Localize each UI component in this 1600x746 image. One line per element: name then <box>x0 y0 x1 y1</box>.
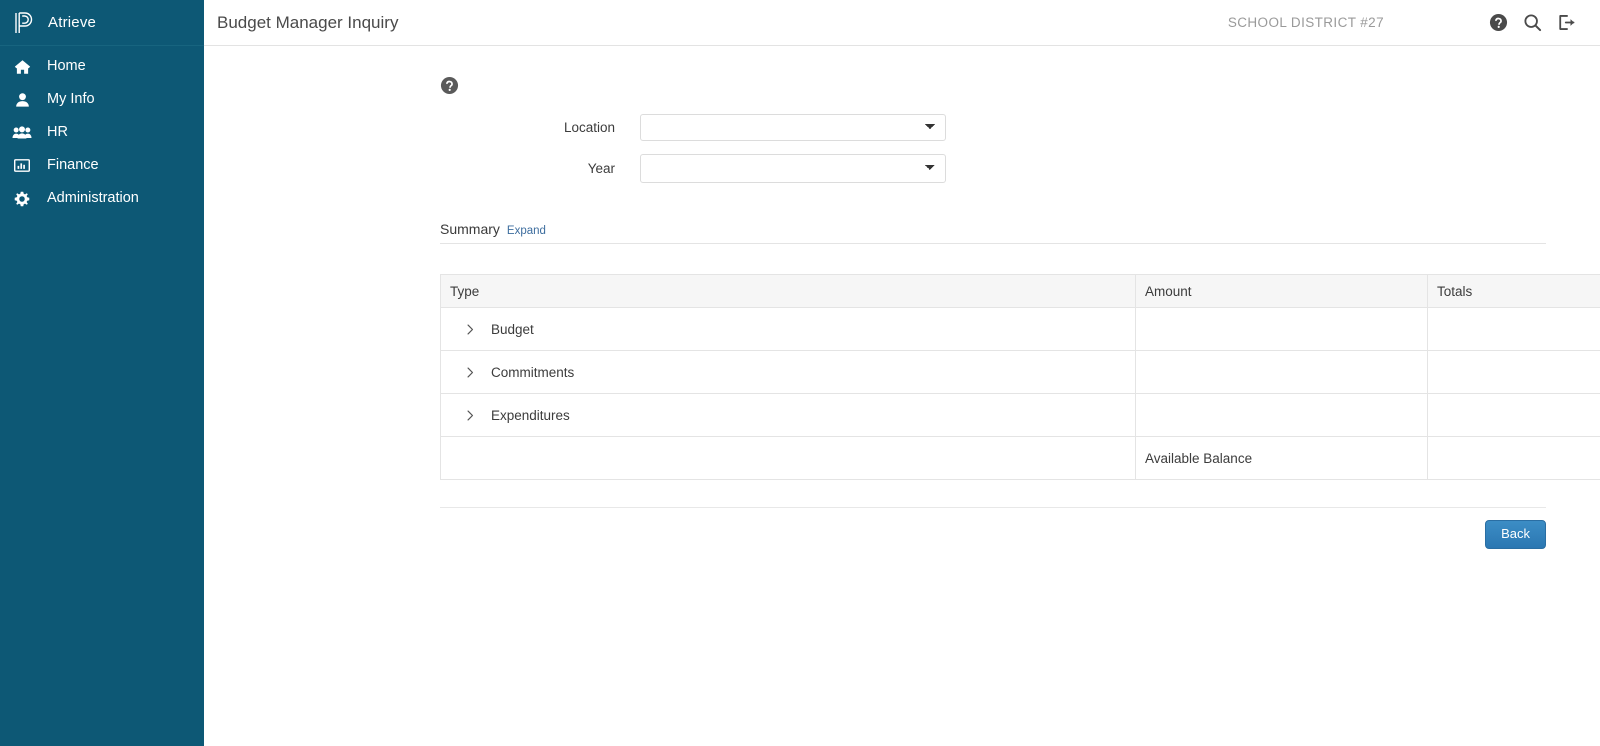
summary-table-head: Type Amount Totals <box>440 274 1600 308</box>
column-header-amount: Amount <box>1135 274 1428 308</box>
content-area: Location Year Summary Expand Type Amount… <box>204 46 1600 746</box>
row-label: Expenditures <box>491 407 570 423</box>
cell-totals <box>1427 307 1600 351</box>
district-name: SCHOOL DISTRICT #27 <box>1227 15 1384 30</box>
chevron-right-icon[interactable] <box>461 320 479 338</box>
table-row: Commitments <box>440 350 1600 394</box>
sidebar-nav: Home My Info HR Finance Administration <box>0 46 204 215</box>
sidebar-item-label: My Info <box>47 91 95 108</box>
year-select[interactable] <box>640 154 946 183</box>
brand-name: Atrieve <box>48 14 97 31</box>
brand[interactable]: Atrieve <box>0 0 204 46</box>
user-icon <box>11 91 33 109</box>
year-label: Year <box>587 161 615 176</box>
column-header-type: Type <box>440 274 1136 308</box>
sidebar-item-my-info[interactable]: My Info <box>0 83 204 116</box>
sidebar-item-label: Administration <box>47 190 139 207</box>
cell-totals <box>1427 350 1600 394</box>
back-button[interactable]: Back <box>1485 520 1546 549</box>
sidebar-item-label: Home <box>47 58 86 75</box>
cell-type: Commitments <box>440 350 1136 394</box>
row-label: Budget <box>491 321 534 337</box>
cell-totals <box>1427 393 1600 437</box>
help-circle-icon[interactable] <box>440 76 459 95</box>
sidebar-item-hr[interactable]: HR <box>0 116 204 149</box>
summary-table: Type Amount Totals Budget Commitments Ex… <box>440 274 1600 480</box>
summary-expand-link[interactable]: Expand <box>507 225 546 237</box>
atrieve-p-logo-icon <box>10 9 38 37</box>
table-header-row: Type Amount Totals <box>440 274 1600 308</box>
logout-icon[interactable] <box>1550 7 1582 39</box>
cell-empty <box>440 436 1136 480</box>
summary-header: Summary Expand <box>440 221 1546 244</box>
location-label: Location <box>563 120 615 135</box>
chevron-right-icon[interactable] <box>461 406 479 424</box>
available-balance-value <box>1427 436 1600 480</box>
content-inner: Location Year Summary Expand Type Amount… <box>204 46 1600 549</box>
summary-table-body: Budget Commitments Expenditures Availabl… <box>440 307 1600 480</box>
sidebar-item-label: HR <box>47 124 68 141</box>
summary-title: Summary <box>440 221 500 237</box>
sidebar: Atrieve Home My Info HR Finance Administ… <box>0 0 204 746</box>
table-row: Expenditures <box>440 393 1600 437</box>
sidebar-item-administration[interactable]: Administration <box>0 182 204 215</box>
cell-type: Expenditures <box>440 393 1136 437</box>
bar-chart-icon <box>11 157 33 175</box>
cell-amount <box>1135 307 1428 351</box>
help-icon[interactable] <box>1482 7 1514 39</box>
users-group-icon <box>11 124 33 142</box>
sidebar-item-finance[interactable]: Finance <box>0 149 204 182</box>
column-header-totals: Totals <box>1427 274 1600 308</box>
form-help-row <box>440 76 1546 100</box>
topbar-right: SCHOOL DISTRICT #27 <box>1228 7 1582 39</box>
footer-actions: Back <box>440 508 1546 549</box>
home-icon <box>11 58 33 76</box>
cell-type: Budget <box>440 307 1136 351</box>
form-row-location: Location <box>440 114 1546 141</box>
search-icon[interactable] <box>1516 7 1548 39</box>
form-row-year: Year <box>440 154 1546 183</box>
sidebar-item-home[interactable]: Home <box>0 50 204 83</box>
row-label: Commitments <box>491 364 575 380</box>
table-footer-row: Available Balance <box>440 436 1600 480</box>
main-area: Budget Manager Inquiry SCHOOL DISTRICT #… <box>204 0 1600 746</box>
cell-amount <box>1135 393 1428 437</box>
topbar: Budget Manager Inquiry SCHOOL DISTRICT #… <box>204 0 1600 46</box>
gear-icon <box>11 190 33 208</box>
location-select[interactable] <box>640 114 946 141</box>
page-title: Budget Manager Inquiry <box>217 12 399 32</box>
cell-amount <box>1135 350 1428 394</box>
available-balance-label: Available Balance <box>1135 436 1428 480</box>
chevron-right-icon[interactable] <box>461 363 479 381</box>
sidebar-item-label: Finance <box>47 157 99 174</box>
table-row: Budget <box>440 307 1600 351</box>
app-root: Atrieve Home My Info HR Finance Administ… <box>0 0 1600 746</box>
